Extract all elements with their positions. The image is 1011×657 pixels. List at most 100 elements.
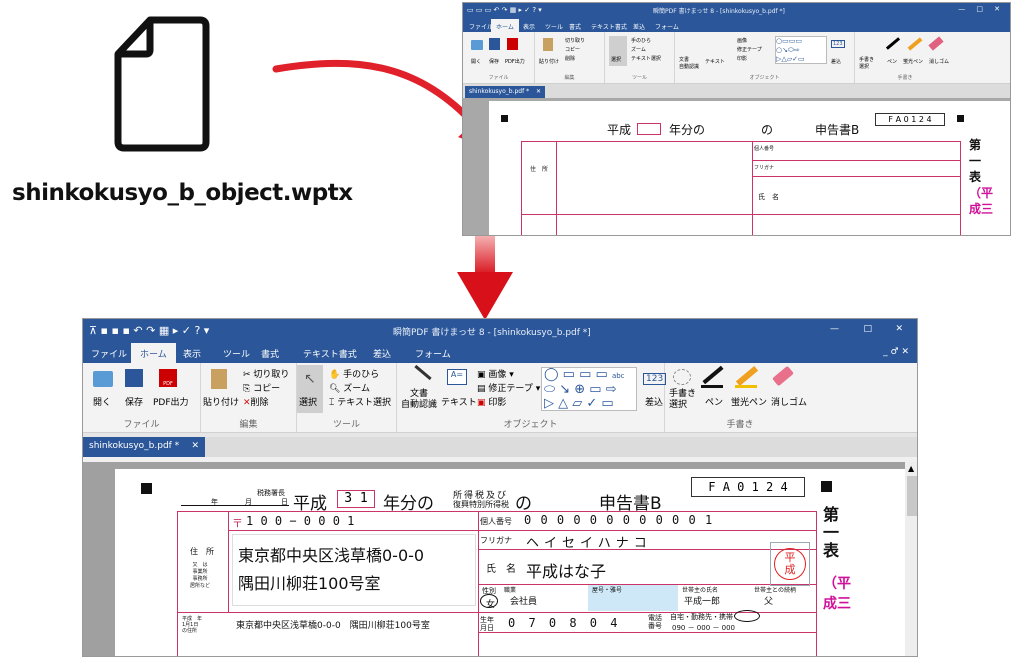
mdi-controls[interactable]: _ ♂ ✕	[883, 347, 909, 357]
ribbon-group-edit: 貼り付け ✂ 切り取り ⎘ コピー ✕削除 編集	[201, 363, 297, 432]
close-tab-icon[interactable]: ✕	[536, 88, 541, 95]
sex-circle[interactable]	[480, 594, 498, 608]
phone-value[interactable]: 090 － 000 － 000	[672, 623, 735, 633]
hand-select-button[interactable]: 手書き 選択	[859, 56, 874, 70]
copy-button[interactable]: ⎘ コピー	[243, 381, 280, 394]
menu-insert[interactable]: 差込	[373, 347, 391, 360]
scroll-thumb[interactable]	[907, 476, 917, 516]
rel-value[interactable]: 父	[764, 594, 773, 607]
furigana-value[interactable]: ヘイセイハナコ	[526, 532, 652, 551]
year-value-box[interactable]: 3 1	[337, 490, 375, 508]
hand-tool[interactable]: 手のひら	[631, 37, 651, 44]
ribbon-group-tool: ↖ 選択 ✋ 手のひら 🔍︎ ズーム ⌶ テキスト選択 ツール	[297, 363, 397, 432]
hand-select-button[interactable]: 手書き 選択	[669, 389, 696, 411]
close-button[interactable]: ✕	[895, 324, 903, 334]
menu-format[interactable]: 書式	[569, 22, 581, 31]
hand-tool[interactable]: ✋ 手のひら	[329, 367, 379, 380]
menu-format[interactable]: 書式	[261, 347, 279, 360]
menu-form[interactable]: フォーム	[415, 347, 451, 360]
paste-button[interactable]: 貼り付け	[539, 58, 559, 65]
copy-button[interactable]: コピー	[565, 46, 580, 53]
shapes-gallery[interactable]: ◯ ▭ ▭ ▭ abc ⬭ ↘ ⊕ ▭ ⇨ ▷ △ ▱ ✓ ▭	[541, 367, 637, 411]
quick-access-toolbar[interactable]: ▭ ▭ ▭ ↶ ↷ ▦ ▸ ✓ ? ▾	[467, 6, 542, 14]
text-select-tool[interactable]: テキスト選択	[631, 55, 661, 62]
text-select-tool[interactable]: ⌶ テキスト選択	[329, 395, 391, 408]
menu-view[interactable]: 表示	[183, 347, 201, 360]
maximize-button[interactable]: □	[863, 324, 872, 334]
number-button[interactable]: 123	[831, 40, 845, 48]
pen-button[interactable]: ペン	[705, 395, 723, 408]
menu-view[interactable]: 表示	[523, 22, 535, 31]
group-label-tool: ツール	[332, 420, 360, 430]
text-button[interactable]: テキスト	[441, 395, 477, 408]
address-line-1[interactable]: 東京都中央区浅草橋0-0-0	[238, 542, 424, 566]
menu-form[interactable]: フォーム	[655, 22, 679, 31]
document-tab[interactable]: shinkokusyo_b.pdf * ✕	[83, 437, 205, 457]
seal-selection-box[interactable]	[770, 542, 810, 586]
image-button[interactable]: ▣ 画像 ▾	[477, 367, 514, 380]
minimize-button[interactable]: —	[830, 324, 839, 334]
menu-textformat[interactable]: テキスト書式	[591, 22, 627, 31]
menu-home[interactable]: ホーム	[491, 19, 519, 32]
open-button[interactable]: 開く	[471, 58, 481, 65]
quick-access-toolbar[interactable]: ⊼ ▪ ▪ ▪ ↶ ↷ ▦ ▸ ✓ ? ▾	[89, 324, 209, 337]
insert-button[interactable]: 差込	[645, 395, 663, 408]
menu-textformat[interactable]: テキスト書式	[303, 347, 357, 360]
number-button[interactable]: 123	[643, 373, 667, 385]
close-tab-icon[interactable]: ✕	[191, 441, 199, 451]
open-button[interactable]: 開く	[93, 395, 111, 408]
eraser-button[interactable]: 消しゴム	[929, 58, 949, 65]
zoom-tool[interactable]: ズーム	[631, 46, 646, 53]
select-tool[interactable]: ↖ 選択	[297, 365, 323, 413]
menu-tool[interactable]: ツール	[545, 22, 563, 31]
menu-insert[interactable]: 差込	[633, 22, 645, 31]
menu-file[interactable]: ファイル	[91, 347, 127, 360]
marker-button[interactable]: 蛍光ペン	[731, 395, 767, 408]
address-line-2[interactable]: 隅田川柳荘100号室	[238, 570, 381, 594]
wand-icon	[414, 364, 432, 381]
corner-mark	[957, 115, 964, 122]
delete-button[interactable]: 削除	[565, 55, 575, 62]
image-button[interactable]: 画像	[737, 37, 747, 44]
zoom-tool[interactable]: 🔍︎ ズーム	[329, 381, 370, 394]
menu-tool[interactable]: ツール	[223, 347, 250, 360]
vertical-scrollbar[interactable]: ▲	[905, 462, 917, 656]
group-label-handwrite: 手書き	[897, 75, 913, 81]
cut-button[interactable]: 切り取り	[565, 37, 585, 44]
document-tab[interactable]: shinkokusyo_b.pdf * ✕	[465, 86, 545, 98]
fix-tape-button[interactable]: 修正テープ	[737, 46, 762, 53]
stamp-button[interactable]: 印影	[737, 55, 747, 62]
pen-icon	[702, 365, 724, 385]
cut-button[interactable]: ✂ 切り取り	[243, 367, 289, 380]
doc-recognize-button[interactable]: 文書 自動認識	[679, 56, 699, 70]
save-button[interactable]: 保存	[125, 395, 143, 408]
fix-tape-button[interactable]: ▤ 修正テープ ▾	[477, 381, 540, 394]
save-button[interactable]: 保存	[489, 58, 499, 65]
pdf-button[interactable]: PDF出力	[153, 395, 189, 408]
postal-code[interactable]: 1 0 0 − 0 0 0 1	[246, 514, 354, 528]
doc-recognize-button[interactable]: 文書 自動認識	[401, 389, 437, 411]
menu-home[interactable]: ホーム	[131, 343, 176, 363]
pdf-button[interactable]: PDF出力	[505, 58, 525, 65]
shapes-gallery[interactable]: ○▭▭▭ ○↘⬭⇨ ▷△▱✓▭	[775, 36, 827, 64]
head-value[interactable]: 平成一郎	[684, 594, 720, 607]
stamp-button[interactable]: ▣ 印影	[477, 395, 506, 408]
mynumber-value[interactable]: 0 0 0 0 0 0 0 0 0 0 0 1	[524, 513, 713, 527]
select-tool[interactable]: 選択	[609, 36, 627, 66]
insert-button[interactable]: 差込	[831, 58, 841, 65]
delete-button[interactable]: ✕削除	[243, 395, 269, 408]
window-controls[interactable]: — □ ✕	[958, 5, 1000, 13]
birth-value[interactable]: 0 7 0 8 0 4	[508, 616, 620, 630]
text-button[interactable]: テキスト	[705, 58, 725, 65]
jan1-address[interactable]: 東京都中央区浅草橋0-0-0 隅田川柳荘100号室	[236, 618, 430, 631]
eraser-button[interactable]: 消しゴム	[771, 395, 807, 408]
scroll-up-icon[interactable]: ▲	[908, 464, 914, 473]
name-value[interactable]: 平成はな子	[526, 558, 606, 582]
paste-button[interactable]: 貼り付け	[203, 395, 239, 408]
job-value[interactable]: 会社員	[510, 594, 537, 607]
phone-kind-circle[interactable]	[734, 610, 760, 622]
pen-button[interactable]: ペン	[887, 58, 897, 65]
menu-file[interactable]: ファイル	[469, 22, 493, 31]
group-label-file: ファイル	[123, 420, 160, 430]
marker-button[interactable]: 蛍光ペン	[903, 58, 923, 65]
